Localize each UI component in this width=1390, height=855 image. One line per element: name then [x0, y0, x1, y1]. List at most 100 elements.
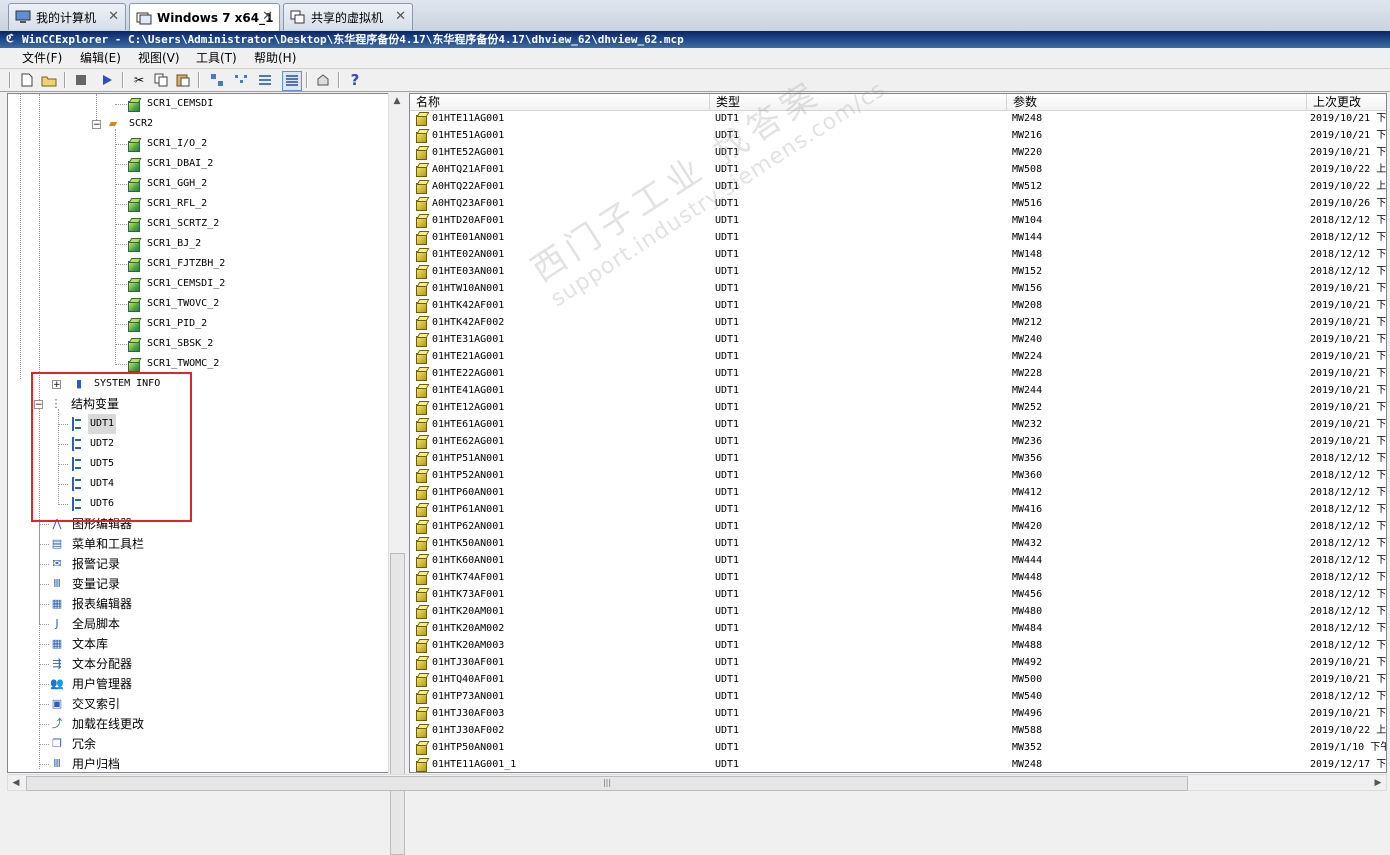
table-row[interactable]: 01HTE51AG001 UDT1 MW216 2019/10/21 下: [410, 127, 1386, 144]
paste-icon[interactable]: [174, 71, 192, 89]
table-row[interactable]: 01HTE41AG001 UDT1 MW244 2019/10/21 下: [410, 382, 1386, 399]
tree-item-picture-folder[interactable]: SCR1_DBAI_2: [115, 154, 215, 174]
table-row[interactable]: 01HTD20AF001 UDT1 MW104 2018/12/12 下: [410, 212, 1386, 229]
tree-item-picture-folder[interactable]: SCR1_GGH_2: [115, 174, 209, 194]
scroll-up-icon[interactable]: ▲: [389, 93, 405, 109]
table-row[interactable]: 01HTE02AN001 UDT1 MW148 2018/12/12 下: [410, 246, 1386, 263]
table-row[interactable]: 01HTQ40AF001 UDT1 MW500 2019/10/21 下: [410, 671, 1386, 688]
tree-item-picture-folder[interactable]: SCR1_PID_2: [115, 314, 209, 334]
tree-item-editor[interactable]: ⋀ 图形编辑器: [39, 514, 134, 534]
small-icons-icon[interactable]: [232, 71, 250, 89]
tree-item-editor[interactable]: J 全局脚本: [39, 614, 122, 634]
tree-item-editor[interactable]: ✉ 报警记录: [39, 554, 122, 574]
details-icon[interactable]: [282, 71, 302, 91]
cut-icon[interactable]: ✂: [130, 71, 148, 89]
column-header-type[interactable]: 类型: [710, 94, 1007, 110]
vm-tab-windows7[interactable]: Windows 7 x64_1 ✕: [129, 3, 280, 31]
tree-item-editor[interactable]: ▦ 报表编辑器: [39, 594, 134, 614]
tree-item-udt[interactable]: UDT2: [58, 434, 116, 454]
tree-item-udt[interactable]: UDT5: [58, 454, 116, 474]
table-row[interactable]: 01HTP61AN001 UDT1 MW416 2018/12/12 下: [410, 501, 1386, 518]
table-row[interactable]: 01HTW10AN001 UDT1 MW156 2019/10/21 下: [410, 280, 1386, 297]
column-header-parameter[interactable]: 参数: [1007, 94, 1307, 110]
scrollbar-thumb[interactable]: [390, 553, 405, 855]
column-header-name[interactable]: 名称: [410, 94, 710, 110]
tree-item-picture-folder[interactable]: SCR1_SBSK_2: [115, 334, 215, 354]
table-row[interactable]: 01HTK42AF002 UDT1 MW212 2019/10/21 下: [410, 314, 1386, 331]
tree-item-editor[interactable]: 👥 用户管理器: [39, 674, 134, 694]
tree-item-editor[interactable]: ⤴ 加载在线更改: [39, 714, 146, 734]
table-row[interactable]: 01HTK74AF001 UDT1 MW448 2018/12/12 下: [410, 569, 1386, 586]
tree-item-struct-vars[interactable]: − ⋮ 结构变量: [34, 394, 121, 414]
table-row[interactable]: 01HTK50AN001 UDT1 MW432 2018/12/12 下: [410, 535, 1386, 552]
tree-item-udt[interactable]: UDT4: [58, 474, 116, 494]
menu-file[interactable]: 文件(F): [22, 50, 62, 66]
table-row[interactable]: 01HTE31AG001 UDT1 MW240 2019/10/21 下: [410, 331, 1386, 348]
table-row[interactable]: 01HTP52AN001 UDT1 MW360 2018/12/12 下: [410, 467, 1386, 484]
table-row[interactable]: 01HTE01AN001 UDT1 MW144 2018/12/12 下: [410, 229, 1386, 246]
tree-item-picture-folder[interactable]: SCR1_SCRTZ_2: [115, 214, 221, 234]
menu-help[interactable]: 帮助(H): [254, 50, 296, 66]
collapse-icon[interactable]: −: [92, 119, 101, 129]
table-row[interactable]: A0HTQ23AF001 UDT1 MW516 2019/10/26 下: [410, 195, 1386, 212]
close-icon[interactable]: ✕: [108, 9, 119, 24]
table-row[interactable]: 01HTP62AN001 UDT1 MW420 2018/12/12 下: [410, 518, 1386, 535]
properties-icon[interactable]: [314, 71, 332, 89]
table-row[interactable]: 01HTK20AM002 UDT1 MW484 2018/12/12 下: [410, 620, 1386, 637]
tree-item-picture-folder[interactable]: SCR1_CEMSDI_2: [115, 274, 227, 294]
vm-tab-my-computer[interactable]: 我的计算机 ✕: [8, 3, 126, 30]
tree-item-system-info[interactable]: + ▮ SYSTEM INFO: [52, 374, 162, 394]
stop-icon[interactable]: [72, 71, 90, 89]
table-row[interactable]: 01HTK60AN001 UDT1 MW444 2018/12/12 下: [410, 552, 1386, 569]
horizontal-scrollbar[interactable]: ◀ ||| ▶: [7, 774, 1387, 791]
open-icon[interactable]: [40, 71, 58, 89]
tree-item-editor[interactable]: Ⅲ 用户归档: [39, 754, 122, 772]
table-row[interactable]: 01HTE52AG001 UDT1 MW220 2019/10/21 下: [410, 144, 1386, 161]
table-row[interactable]: 01HTE22AG001 UDT1 MW228 2019/10/21 下: [410, 365, 1386, 382]
table-row[interactable]: A0HTQ21AF001 UDT1 MW508 2019/10/22 上: [410, 161, 1386, 178]
new-icon[interactable]: [18, 71, 36, 89]
tree-item-editor[interactable]: ▤ 菜单和工具栏: [39, 534, 146, 554]
tree-item-picture-folder[interactable]: SCR1_RFL_2: [115, 194, 209, 214]
tree-item-editor[interactable]: Ⅲ 变量记录: [39, 574, 122, 594]
expand-icon[interactable]: +: [52, 379, 61, 389]
tree-item-picture-folder[interactable]: SCR1_TWOMC_2: [115, 354, 221, 374]
close-icon[interactable]: ✕: [395, 9, 406, 24]
vm-tab-shared-vms[interactable]: 共享的虚拟机 ✕: [283, 3, 413, 30]
tree-item-editor[interactable]: ❐ 冗余: [39, 734, 98, 754]
help-icon[interactable]: ?: [346, 71, 364, 89]
menu-tools[interactable]: 工具(T): [196, 50, 237, 66]
table-row[interactable]: 01HTK20AM001 UDT1 MW480 2018/12/12 下: [410, 603, 1386, 620]
tree-item-picture-folder[interactable]: SCR1_TWOVC_2: [115, 294, 221, 314]
table-row[interactable]: 01HTP51AN001 UDT1 MW356 2018/12/12 下: [410, 450, 1386, 467]
scrollbar-thumb[interactable]: |||: [26, 776, 1188, 791]
table-row[interactable]: 01HTJ30AF003 UDT1 MW496 2019/10/21 下: [410, 705, 1386, 722]
table-row[interactable]: 01HTP50AN001 UDT1 MW352 2019/1/10 下午: [410, 739, 1386, 756]
table-row[interactable]: 01HTK42AF001 UDT1 MW208 2019/10/21 下: [410, 297, 1386, 314]
tree-item-picture-folder[interactable]: SCR1_I/O_2: [115, 134, 209, 154]
scroll-right-icon[interactable]: ▶: [1370, 775, 1386, 791]
menu-view[interactable]: 视图(V): [138, 50, 180, 66]
list-icon[interactable]: [256, 71, 274, 89]
copy-icon[interactable]: [152, 71, 170, 89]
tree-item-editor[interactable]: ▦ 文本库: [39, 634, 110, 654]
table-row[interactable]: 01HTK20AM003 UDT1 MW488 2018/12/12 下: [410, 637, 1386, 654]
large-icons-icon[interactable]: [208, 71, 226, 89]
tree-item-scr2[interactable]: − ▰ SCR2: [92, 114, 155, 134]
tree-item-editor[interactable]: ⇶ 文本分配器: [39, 654, 134, 674]
run-icon[interactable]: [98, 71, 116, 89]
tree-item-picture-folder[interactable]: SCR1_FJTZBH_2: [115, 254, 227, 274]
tree-item-udt[interactable]: UDT1: [58, 414, 117, 434]
table-row[interactable]: 01HTK73AF001 UDT1 MW456 2018/12/12 下: [410, 586, 1386, 603]
column-header-last-change[interactable]: 上次更改: [1307, 94, 1386, 110]
table-row[interactable]: 01HTE21AG001 UDT1 MW224 2019/10/21 下: [410, 348, 1386, 365]
collapse-icon[interactable]: −: [34, 399, 43, 409]
tree-item-udt[interactable]: UDT6: [58, 494, 116, 514]
tree-item-editor[interactable]: ▣ 交叉索引: [39, 694, 122, 714]
scroll-left-icon[interactable]: ◀: [8, 775, 24, 791]
menu-edit[interactable]: 编辑(E): [80, 50, 121, 66]
table-row[interactable]: 01HTE11AG001 UDT1 MW248 2019/10/21 下: [410, 110, 1386, 127]
project-tree[interactable]: SCR1_CEMSDI − ▰ SCR2 + ▮ SYSTEM INFO − ⋮ 结构…: [7, 93, 404, 773]
tree-item-scr1-cemsdi[interactable]: SCR1_CEMSDI: [115, 94, 215, 114]
tag-list-view[interactable]: 名称 类型 参数 上次更改 01HTE11AG001 UDT1 MW248 2019/…: [409, 93, 1387, 773]
